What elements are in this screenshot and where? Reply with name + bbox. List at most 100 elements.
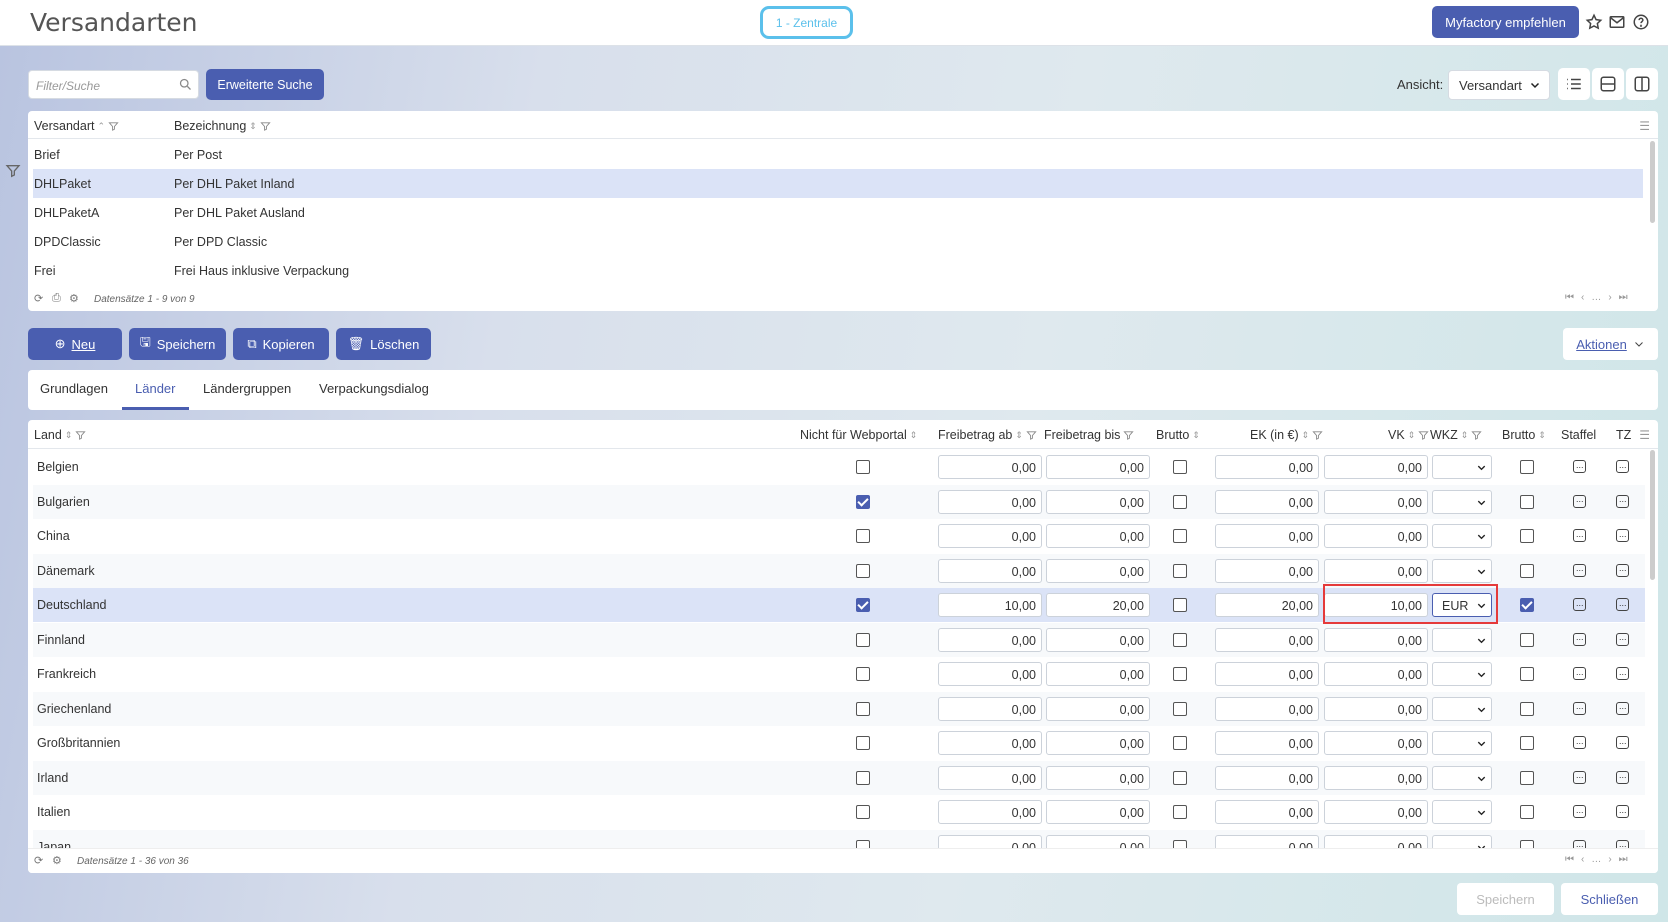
vk-input[interactable]: 0,00 xyxy=(1324,489,1428,514)
table-row[interactable]: Finnland 0,00 0,00 0,00 0,00 ··· ··· xyxy=(33,622,1645,657)
webportal-checkbox[interactable] xyxy=(856,632,870,647)
webportal-checkbox[interactable] xyxy=(856,805,870,819)
brutto-ek-checkbox[interactable] xyxy=(1173,736,1187,750)
staffel-edit-icon[interactable]: ··· xyxy=(1573,563,1586,577)
ek-input[interactable]: 0,00 xyxy=(1215,800,1319,824)
tab-grundlagen[interactable]: Grundlagen xyxy=(40,381,108,396)
table-row[interactable]: Dänemark 0,00 0,00 0,00 0,00 ··· ··· xyxy=(33,553,1645,588)
staffel-edit-icon[interactable]: ··· xyxy=(1573,805,1586,818)
copy-button[interactable]: ⧉ Kopieren xyxy=(233,328,329,360)
freibetrag-bis-input[interactable]: 0,00 xyxy=(1046,662,1150,686)
view-select[interactable]: Versandart xyxy=(1448,70,1550,100)
table-row[interactable]: DHLPaketA Per DHL Paket Ausland xyxy=(33,198,1643,227)
freibetrag-ab-input[interactable]: 0,00 xyxy=(938,627,1042,652)
tz-edit-icon[interactable]: ··· xyxy=(1616,460,1629,473)
pager-icons[interactable]: ⏮‹…›⏭ xyxy=(1565,292,1635,303)
column-vk[interactable]: VK ⇕ xyxy=(1388,428,1429,442)
ek-input[interactable]: 0,00 xyxy=(1215,696,1319,721)
ek-input[interactable]: 0,00 xyxy=(1215,524,1319,548)
ek-input[interactable]: 0,00 xyxy=(1215,627,1319,652)
brutto-ek-checkbox[interactable] xyxy=(1173,667,1187,681)
tz-edit-icon[interactable]: ··· xyxy=(1616,494,1629,508)
wkz-select[interactable] xyxy=(1432,696,1492,721)
table-row[interactable]: Brief Per Post xyxy=(33,140,1643,169)
vk-input[interactable]: 0,00 xyxy=(1324,765,1428,790)
tz-edit-icon[interactable]: ··· xyxy=(1616,529,1629,542)
brutto-vk-checkbox[interactable] xyxy=(1520,805,1534,819)
vk-input[interactable]: 0,00 xyxy=(1324,558,1428,583)
webportal-checkbox[interactable] xyxy=(856,529,870,543)
freibetrag-ab-input[interactable]: 0,00 xyxy=(938,800,1042,824)
pager-icons[interactable]: ⏮‹…›⏭ xyxy=(1565,854,1635,865)
freibetrag-ab-input[interactable]: 0,00 xyxy=(938,524,1042,548)
vk-input[interactable]: 0,00 xyxy=(1324,696,1428,721)
staffel-edit-icon[interactable]: ··· xyxy=(1573,701,1586,715)
search-icon[interactable] xyxy=(178,77,193,92)
table-row[interactable]: Italien 0,00 0,00 0,00 0,00 ··· ··· xyxy=(33,795,1645,829)
star-icon[interactable] xyxy=(1585,13,1603,31)
column-versandart[interactable]: Versandart ⌃ xyxy=(34,119,119,133)
column-staffel[interactable]: Staffel xyxy=(1561,428,1596,442)
staffel-edit-icon[interactable]: ··· xyxy=(1573,598,1586,611)
webportal-checkbox[interactable] xyxy=(856,770,870,785)
freibetrag-bis-input[interactable]: 0,00 xyxy=(1046,696,1150,721)
tab-laender[interactable]: Länder xyxy=(135,381,175,396)
wkz-select[interactable] xyxy=(1432,489,1492,514)
brutto-ek-checkbox[interactable] xyxy=(1173,494,1187,509)
vk-input[interactable]: 0,00 xyxy=(1324,800,1428,824)
search-input[interactable]: Filter/Suche xyxy=(28,70,199,99)
brutto-vk-checkbox[interactable] xyxy=(1520,494,1534,509)
close-button[interactable]: Schließen xyxy=(1561,883,1658,915)
ek-input[interactable]: 20,00 xyxy=(1215,593,1319,617)
ek-input[interactable]: 0,00 xyxy=(1215,731,1319,755)
table-row[interactable]: Bulgarien 0,00 0,00 0,00 0,00 ··· ··· xyxy=(33,484,1645,519)
table-row[interactable]: Frankreich 0,00 0,00 0,00 0,00 ··· ··· xyxy=(33,657,1645,691)
webportal-checkbox[interactable] xyxy=(856,494,870,509)
grid-scrollbar[interactable] xyxy=(1650,450,1655,580)
webportal-checkbox[interactable] xyxy=(856,598,870,612)
print-icon[interactable]: ⎙ xyxy=(52,292,61,305)
brutto-ek-checkbox[interactable] xyxy=(1173,460,1187,474)
freibetrag-bis-input[interactable]: 0,00 xyxy=(1046,455,1150,479)
brutto-vk-checkbox[interactable] xyxy=(1520,701,1534,716)
aktionen-dropdown[interactable]: Aktionen xyxy=(1563,328,1658,360)
brutto-vk-checkbox[interactable] xyxy=(1520,632,1534,647)
tab-verpackungsdialog[interactable]: Verpackungsdialog xyxy=(319,381,429,396)
freibetrag-ab-input[interactable]: 0,00 xyxy=(938,662,1042,686)
delete-button[interactable]: 🗑 Löschen xyxy=(336,328,431,360)
vk-input[interactable]: 0,00 xyxy=(1324,524,1428,548)
wkz-select[interactable] xyxy=(1432,765,1492,790)
client-badge[interactable]: 1 - Zentrale xyxy=(760,6,853,39)
split-horizontal-icon[interactable] xyxy=(1592,68,1624,100)
staffel-edit-icon[interactable]: ··· xyxy=(1573,460,1586,473)
wkz-select[interactable] xyxy=(1432,800,1492,824)
ek-input[interactable]: 0,00 xyxy=(1215,765,1319,790)
staffel-edit-icon[interactable]: ··· xyxy=(1573,770,1586,784)
brutto-ek-checkbox[interactable] xyxy=(1173,805,1187,819)
freibetrag-ab-input[interactable]: 0,00 xyxy=(938,731,1042,755)
wkz-select[interactable] xyxy=(1432,627,1492,652)
refresh-icon[interactable]: ⟳ xyxy=(34,854,43,867)
wkz-select[interactable] xyxy=(1432,662,1492,686)
help-icon[interactable] xyxy=(1632,13,1650,31)
freibetrag-ab-input[interactable]: 0,00 xyxy=(938,455,1042,479)
webportal-checkbox[interactable] xyxy=(856,460,870,474)
brutto-vk-checkbox[interactable] xyxy=(1520,770,1534,785)
brutto-vk-checkbox[interactable] xyxy=(1520,563,1534,578)
brutto-vk-checkbox[interactable] xyxy=(1520,598,1534,612)
grid-scrollbar[interactable] xyxy=(1650,141,1655,223)
freibetrag-bis-input[interactable]: 0,00 xyxy=(1046,765,1150,790)
column-freibetrag-bis[interactable]: Freibetrag bis xyxy=(1044,428,1135,442)
staffel-edit-icon[interactable]: ··· xyxy=(1573,494,1586,508)
ek-input[interactable]: 0,00 xyxy=(1215,662,1319,686)
freibetrag-ab-input[interactable]: 0,00 xyxy=(938,765,1042,790)
tz-edit-icon[interactable]: ··· xyxy=(1616,770,1629,784)
wkz-select[interactable] xyxy=(1432,558,1492,583)
tz-edit-icon[interactable]: ··· xyxy=(1616,805,1629,818)
side-filter-icon[interactable] xyxy=(5,163,21,179)
column-wkz[interactable]: WKZ ⇕ xyxy=(1430,428,1482,442)
freibetrag-bis-input[interactable]: 0,00 xyxy=(1046,489,1150,514)
freibetrag-bis-input[interactable]: 0,00 xyxy=(1046,524,1150,548)
staffel-edit-icon[interactable]: ··· xyxy=(1573,667,1586,680)
staffel-edit-icon[interactable]: ··· xyxy=(1573,736,1586,749)
